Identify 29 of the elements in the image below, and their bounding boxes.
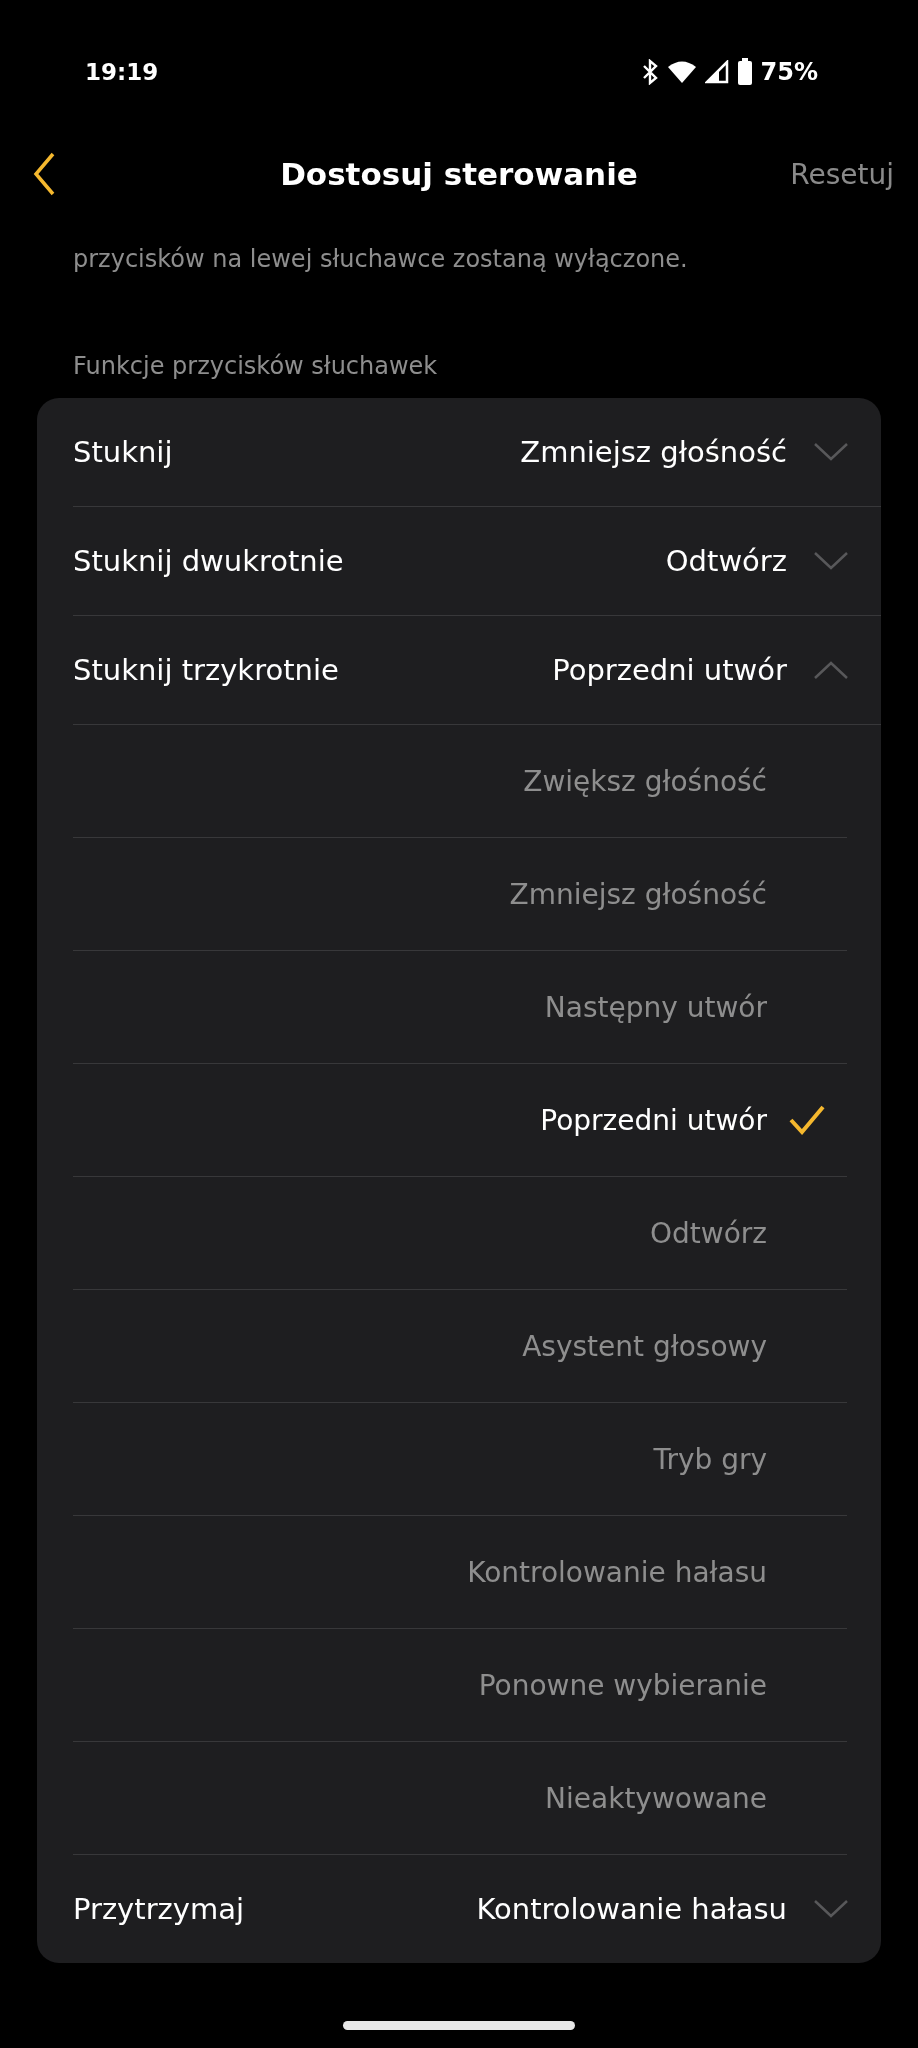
reset-button[interactable]: Resetuj bbox=[790, 157, 894, 191]
control-label: Przytrzymaj bbox=[73, 1892, 245, 1926]
control-label: Stuknij trzykrotnie bbox=[73, 653, 339, 687]
option-item[interactable]: Następny utwór bbox=[544, 990, 767, 1024]
option-item[interactable]: Ponowne wybieranie bbox=[478, 1668, 767, 1702]
section-label: Funkcje przycisków słuchawek bbox=[73, 351, 439, 382]
control-label: Stuknij dwukrotnie bbox=[73, 544, 344, 578]
option-item[interactable]: Kontrolowanie hałasu bbox=[467, 1555, 767, 1589]
check-icon bbox=[789, 1105, 825, 1135]
control-value: Poprzedni utwór bbox=[552, 653, 787, 687]
option-item[interactable]: Zmniejsz głośność bbox=[509, 877, 767, 911]
description-text: przycisków na lewej słuchawce zostaną wyłączone. bbox=[73, 244, 689, 275]
control-value: Kontrolowanie hałasu bbox=[476, 1892, 787, 1926]
control-value: Zmniejsz głośność bbox=[520, 435, 787, 469]
status-time: 19:19 bbox=[85, 58, 159, 87]
battery-icon bbox=[736, 58, 753, 86]
option-item[interactable]: Tryb gry bbox=[653, 1442, 767, 1476]
option-item[interactable]: Nieaktywowane bbox=[545, 1781, 767, 1815]
control-value: Odtwórz bbox=[665, 544, 787, 578]
wifi-icon bbox=[666, 60, 697, 84]
option-item[interactable]: Poprzedni utwór bbox=[540, 1103, 767, 1137]
bluetooth-icon bbox=[640, 59, 659, 85]
signal-icon bbox=[704, 60, 729, 84]
option-item[interactable]: Asystent głosowy bbox=[522, 1329, 767, 1363]
control-label: Stuknij bbox=[73, 435, 173, 469]
battery-level: 75% bbox=[760, 58, 818, 86]
option-item[interactable]: Odtwórz bbox=[649, 1216, 767, 1250]
page-title: Dostosuj sterowanie bbox=[280, 156, 638, 192]
option-item[interactable]: Zwiększ głośność bbox=[523, 764, 767, 798]
